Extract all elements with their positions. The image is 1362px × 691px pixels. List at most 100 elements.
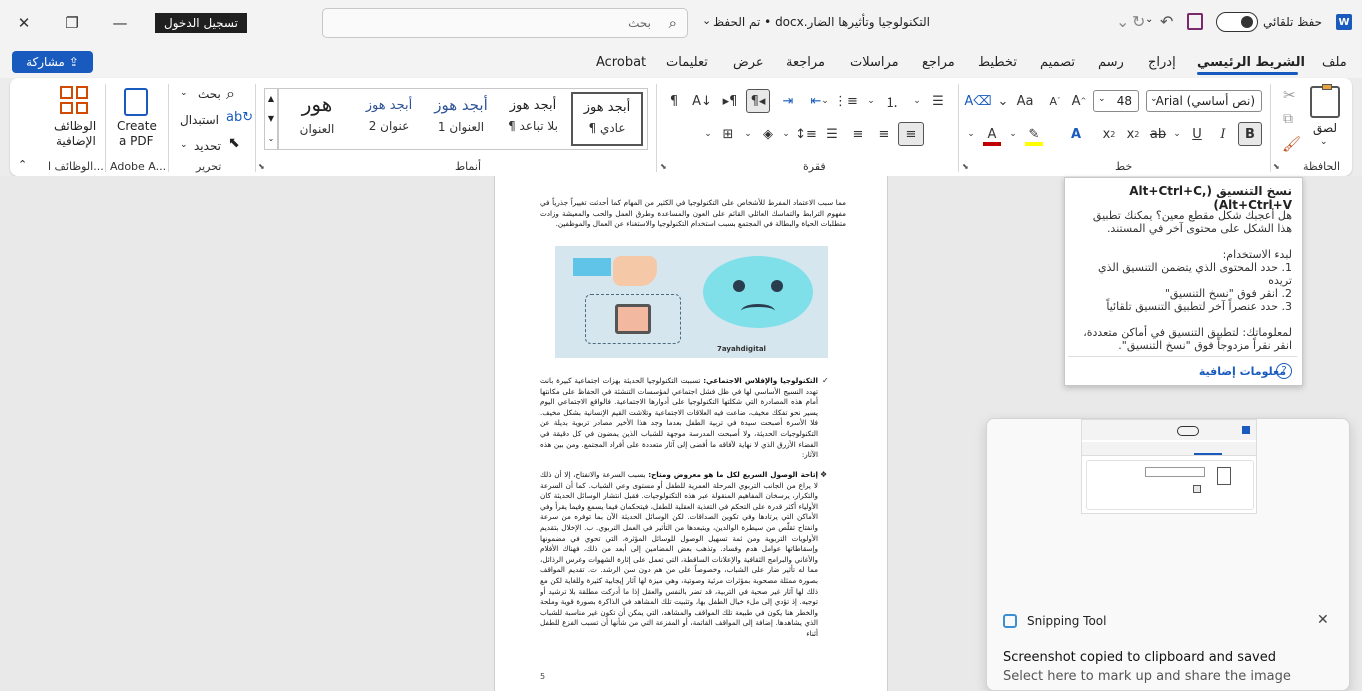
subscript-button[interactable]: x2: [1122, 122, 1144, 146]
justify-button[interactable]: ☰: [820, 122, 844, 146]
tab-acrobat[interactable]: Acrobat: [596, 55, 646, 70]
borders-icon[interactable]: ⊞: [716, 122, 740, 146]
tab-help[interactable]: تعليمات: [666, 55, 708, 70]
autosave-toggle[interactable]: [1216, 12, 1258, 32]
font-size-dropdown-icon[interactable]: ⌄: [1098, 94, 1106, 104]
shrink-font-icon[interactable]: Aˇ: [1044, 89, 1066, 113]
copy-icon[interactable]: ⧉: [1283, 111, 1293, 127]
collapse-ribbon-icon[interactable]: ⌃: [18, 158, 27, 171]
tooltip-more-info-link[interactable]: معلومات إضافية: [1199, 365, 1286, 378]
style-no-spacing[interactable]: أبجد هوز ¶ بلا تباعد: [497, 92, 569, 146]
styles-scroll[interactable]: ▲ ▼ ⌄: [264, 88, 278, 150]
numbering-dropdown-icon[interactable]: ⌄: [864, 89, 878, 113]
find-label[interactable]: بحث: [198, 87, 221, 101]
numbering-icon[interactable]: ⒈: [880, 89, 904, 113]
close-icon[interactable]: ✕: [1317, 612, 1329, 628]
underline-button[interactable]: U: [1186, 122, 1208, 146]
select-label[interactable]: تحديد: [194, 139, 221, 153]
paste-icon[interactable]: [1310, 84, 1340, 118]
restore-icon[interactable]: ❐: [58, 10, 86, 36]
save-icon[interactable]: [1187, 13, 1203, 30]
change-case-icon[interactable]: Aa: [1014, 89, 1036, 113]
close-icon[interactable]: ✕: [10, 10, 38, 36]
style-normal[interactable]: أبجد هوز ¶ عادي: [571, 92, 643, 146]
notification-subtext[interactable]: Select here to mark up and share the ima…: [1003, 669, 1291, 684]
paste-label[interactable]: لصق: [1313, 121, 1337, 135]
undo-icon[interactable]: ↶: [1160, 12, 1173, 31]
strikethrough-button[interactable]: ab: [1146, 122, 1170, 146]
style-title[interactable]: هور العنوان: [281, 92, 353, 146]
find-dropdown-icon[interactable]: ⌄: [180, 88, 188, 98]
rtl-direction-button[interactable]: ¶◂: [746, 89, 770, 113]
select-icon[interactable]: ⬉: [228, 135, 240, 151]
clipboard-launcher-icon[interactable]: ⬊: [1273, 162, 1280, 171]
line-spacing-icon[interactable]: ↕≡: [794, 122, 818, 146]
italic-button[interactable]: I: [1212, 122, 1234, 146]
superscript-button[interactable]: x2: [1098, 122, 1120, 146]
undo-dropdown-icon[interactable]: ⌄: [1145, 14, 1153, 25]
font-launcher-icon[interactable]: ⬊: [962, 162, 969, 171]
tab-review[interactable]: مراجعة: [786, 55, 825, 70]
align-left-button[interactable]: ≡: [846, 122, 870, 146]
replace-icon[interactable]: ab↻: [226, 110, 253, 125]
font-name-dropdown-icon[interactable]: ⌄: [1150, 94, 1158, 104]
align-right-button[interactable]: ≡: [898, 122, 924, 146]
clear-formatting-icon[interactable]: A⌫: [964, 89, 991, 113]
addins-line2[interactable]: الإضافية: [56, 134, 96, 148]
sign-in-button[interactable]: تسجيل الدخول: [155, 13, 247, 33]
shading-icon[interactable]: ◈: [756, 122, 780, 146]
bold-button[interactable]: B: [1238, 122, 1262, 146]
snipping-tool-notification[interactable]: Snipping Tool ✕ Screenshot copied to cli…: [986, 418, 1350, 691]
bullets-icon[interactable]: ☰: [926, 89, 950, 113]
tab-references[interactable]: مراجع: [922, 55, 955, 70]
font-name-box[interactable]: Arial (نص أساسي): [1146, 90, 1262, 112]
align-center-button[interactable]: ≡: [872, 122, 896, 146]
addins-icon[interactable]: [60, 86, 88, 114]
minimize-icon[interactable]: —: [106, 10, 134, 36]
tab-home[interactable]: الشريط الرئيسي: [1197, 55, 1305, 70]
increase-indent-icon[interactable]: ⇥: [776, 89, 800, 113]
text-effects-icon[interactable]: A: [1064, 122, 1088, 146]
tab-view[interactable]: عرض: [733, 55, 764, 70]
style-heading-1[interactable]: أبجد هوز العنوان 1: [425, 92, 497, 146]
ltr-direction-button[interactable]: ▸¶: [718, 89, 742, 113]
tab-layout[interactable]: تخطيط: [978, 55, 1017, 70]
create-pdf-line1[interactable]: Create: [117, 119, 157, 133]
grow-font-icon[interactable]: A ^: [1068, 89, 1090, 113]
borders-dropdown-icon[interactable]: ⌄: [702, 122, 714, 146]
create-pdf-line2[interactable]: a PDF: [119, 134, 154, 148]
line-spacing-dropdown-icon[interactable]: ⌄: [780, 122, 792, 146]
change-case-dropdown-icon[interactable]: ⌄: [992, 89, 1014, 113]
styles-launcher-icon[interactable]: ⬊: [258, 162, 265, 171]
show-marks-icon[interactable]: ¶: [662, 89, 686, 113]
cut-icon[interactable]: ✂: [1283, 86, 1296, 104]
replace-label[interactable]: استبدال: [180, 113, 219, 127]
sort-icon[interactable]: A↓: [690, 89, 714, 113]
format-painter-icon[interactable]: 🖌: [1282, 135, 1301, 153]
styles-down-icon[interactable]: ▼: [265, 109, 277, 129]
addins-line1[interactable]: الوظائف: [54, 119, 96, 133]
search-box[interactable]: بحث ⌕: [322, 8, 688, 38]
styles-more-icon[interactable]: ⌄: [265, 129, 277, 149]
tab-mailings[interactable]: مراسلات: [850, 55, 899, 70]
bullets-dropdown-icon[interactable]: ⌄: [910, 89, 924, 113]
tab-insert[interactable]: إدراج: [1148, 55, 1176, 70]
repeat-icon[interactable]: ⌄: [1116, 12, 1129, 31]
redo-icon[interactable]: ↻: [1132, 12, 1145, 31]
decrease-indent-icon[interactable]: ⇤: [804, 89, 828, 113]
shading-dropdown-icon[interactable]: ⌄: [742, 122, 754, 146]
highlight-dropdown-icon[interactable]: ⌄: [1006, 122, 1020, 146]
tab-file[interactable]: ملف: [1322, 55, 1347, 70]
find-icon[interactable]: ⌕: [226, 84, 235, 104]
document-image[interactable]: 7ayahdigital: [555, 246, 828, 358]
tab-design[interactable]: تصميم: [1040, 55, 1075, 70]
paragraph-launcher-icon[interactable]: ⬊: [660, 162, 667, 171]
create-pdf-icon[interactable]: [124, 88, 148, 116]
select-dropdown-icon[interactable]: ⌄: [180, 140, 188, 150]
multilevel-list-icon[interactable]: ⋮≡: [834, 89, 858, 113]
styles-up-icon[interactable]: ▲: [265, 89, 277, 109]
paste-dropdown-icon[interactable]: ⌄: [1320, 137, 1328, 147]
style-heading-2[interactable]: أبجد هوز عنوان 2: [353, 92, 425, 146]
screenshot-thumbnail[interactable]: [1081, 419, 1257, 514]
share-button[interactable]: مشاركة ⇪: [12, 51, 93, 73]
